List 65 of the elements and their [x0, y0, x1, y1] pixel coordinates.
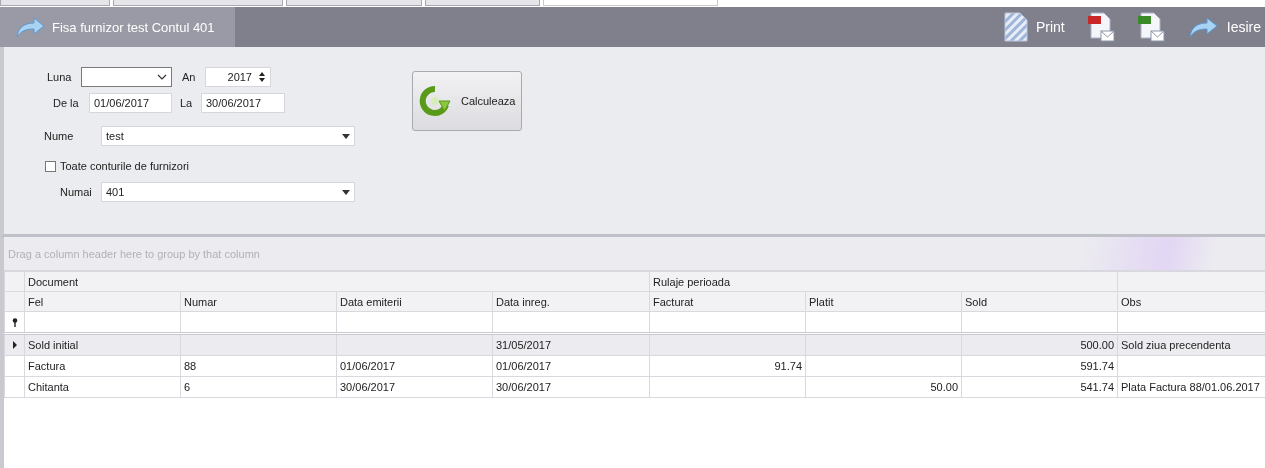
field-label: Luna: [47, 71, 73, 83]
spin-arrows-icon[interactable]: [258, 71, 266, 83]
checkbox[interactable]: [45, 160, 56, 172]
row-pointer-icon: [12, 341, 17, 349]
table-cell: 30/06/2017: [336, 376, 493, 398]
field-label: Nume: [44, 130, 75, 142]
filter-cell[interactable]: [649, 311, 806, 334]
date-from-field[interactable]: 01/06/2017: [89, 93, 172, 113]
filter-cell[interactable]: [180, 311, 337, 334]
date-to-field[interactable]: 30/06/2017: [201, 93, 285, 113]
filter-cell[interactable]: [1117, 311, 1265, 334]
band-header: Document: [24, 271, 650, 292]
table-cell: 01/06/2017: [492, 355, 650, 377]
table-cell: 591.74: [961, 355, 1118, 377]
window-title: Fisa furnizor test Contul 401: [52, 19, 215, 35]
pdf-mail-icon: [1086, 12, 1115, 42]
table-cell: 500.00: [961, 333, 1118, 356]
field-label: An: [182, 71, 197, 83]
tab[interactable]: [113, 0, 283, 6]
field-label: La: [180, 97, 194, 109]
filter-pin-icon: [11, 317, 18, 327]
account-dropdown[interactable]: 401: [101, 182, 355, 202]
dropdown-arrow-icon: [342, 189, 350, 195]
exit-button[interactable]: Iesire: [1186, 15, 1261, 39]
table-cell: Sold initial: [24, 333, 181, 356]
filter-cell[interactable]: [492, 311, 650, 334]
back-arrow-icon: [14, 15, 46, 39]
tab[interactable]: [286, 0, 422, 6]
table-cell: 01/06/2017: [336, 355, 493, 377]
forward-arrow-icon: [1186, 15, 1219, 39]
table-cell: 6: [180, 376, 337, 398]
calculate-button[interactable]: Calculeaza: [412, 71, 522, 131]
year-spinner[interactable]: 2017: [205, 67, 271, 87]
row-indicator[interactable]: [4, 333, 25, 356]
month-dropdown[interactable]: [81, 67, 172, 87]
table-cell: 31/05/2017: [492, 333, 650, 356]
table-cell: Factura: [24, 355, 181, 377]
document-icon: [1003, 12, 1028, 42]
name-dropdown[interactable]: test: [101, 126, 355, 146]
band-header: Rulaje perioada: [649, 271, 1118, 292]
export-button[interactable]: [1136, 12, 1165, 42]
print-button[interactable]: Print: [1003, 12, 1065, 42]
field-label: De la: [53, 97, 80, 109]
table-cell: 91.74: [649, 355, 806, 377]
table-cell: 88: [180, 355, 337, 377]
group-panel-hint: Drag a column header here to group by that column: [8, 247, 260, 260]
chevron-down-icon: [157, 74, 167, 80]
table-cell: Sold ziua precendenta: [1117, 333, 1265, 356]
filter-cell[interactable]: [805, 311, 962, 334]
table-cell: 30/06/2017: [492, 376, 650, 398]
filter-cell[interactable]: [961, 311, 1118, 334]
checkbox-label: Toate conturile de furnizori: [60, 160, 189, 172]
filter-cell[interactable]: [24, 311, 181, 334]
table-cell: 50.00: [805, 376, 962, 398]
export-button[interactable]: [1086, 12, 1115, 42]
refresh-icon: [419, 85, 451, 117]
table-cell: 541.74: [961, 376, 1118, 398]
dropdown-arrow-icon: [342, 133, 350, 139]
filter-cell[interactable]: [336, 311, 493, 334]
tab[interactable]: [543, 0, 718, 6]
tab[interactable]: [0, 0, 110, 6]
tab[interactable]: [425, 0, 540, 6]
spreadsheet-mail-icon: [1136, 12, 1165, 42]
table-cell: Chitanta: [24, 376, 181, 398]
field-label: Numai: [60, 186, 93, 198]
